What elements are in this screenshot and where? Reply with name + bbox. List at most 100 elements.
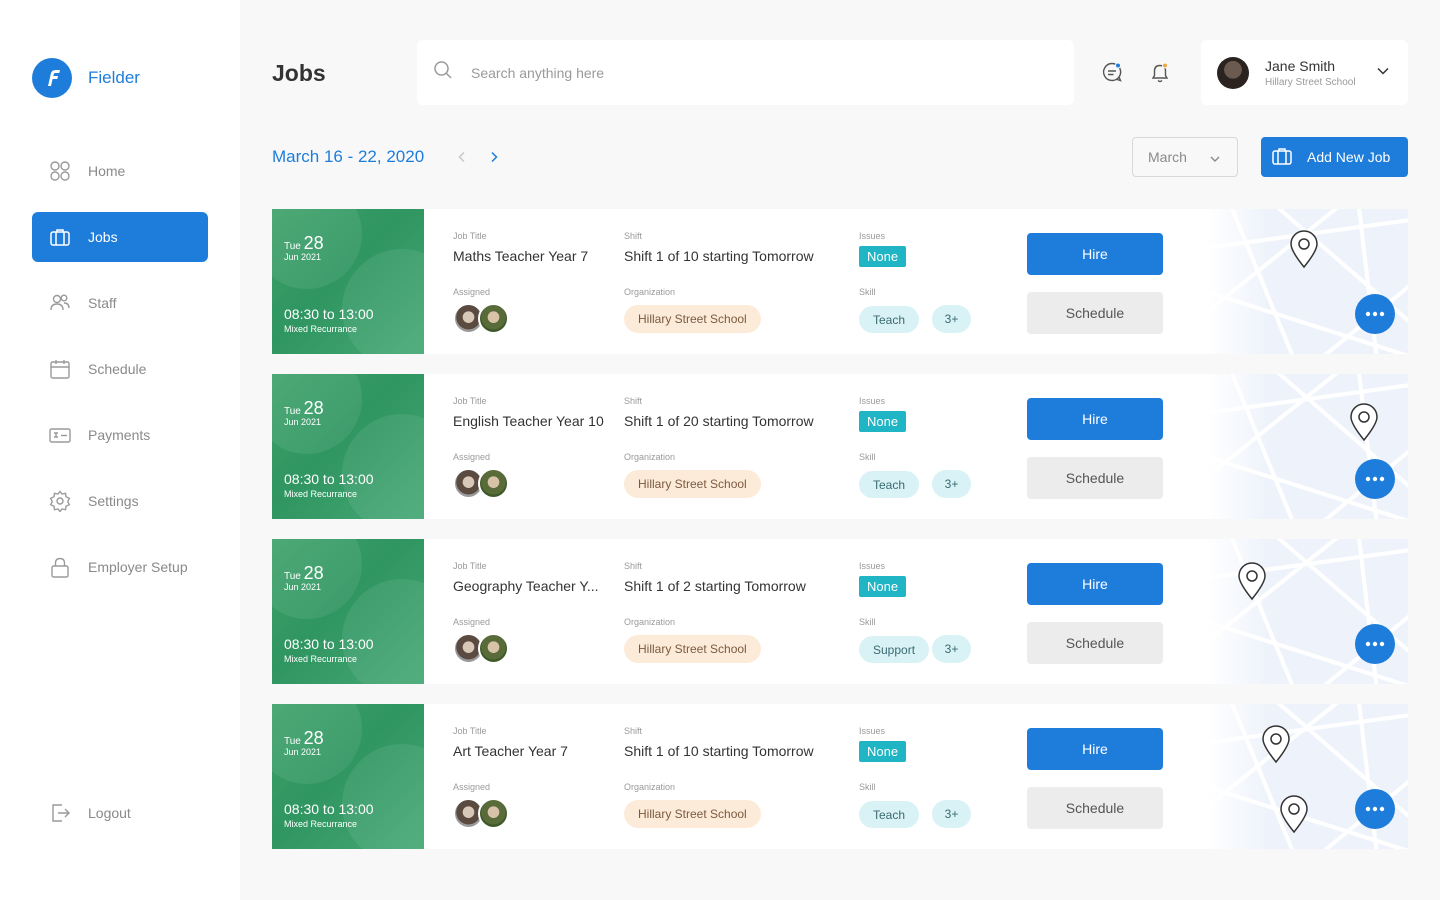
date-range: March 16 - 22, 2020: [272, 147, 425, 166]
hire-button[interactable]: Hire: [1027, 728, 1163, 770]
sidebar-item-settings[interactable]: Settings: [32, 476, 208, 526]
more-options-button[interactable]: [1355, 624, 1395, 664]
issues-label: Issues: [859, 726, 886, 736]
more-options-button[interactable]: [1355, 789, 1395, 829]
issues-badge: None: [859, 576, 907, 597]
sidebar-item-label: Jobs: [88, 229, 118, 245]
skill-label: Skill: [859, 617, 876, 627]
sidebar-item-label: Schedule: [88, 361, 147, 377]
hire-button[interactable]: Hire: [1027, 563, 1163, 605]
job-date-panel: Tue 28 Jun 2021 08:30 to 13:00 Mixed Rec…: [272, 374, 424, 519]
shift-value: Shift 1 of 10 starting Tomorrow: [624, 743, 814, 759]
job-title[interactable]: English Teacher Year 10: [453, 413, 604, 429]
page-title: Jobs: [272, 60, 326, 86]
organization-pill: Hillary Street School: [624, 305, 761, 333]
location-map[interactable]: [1208, 209, 1408, 354]
add-new-job-label: Add New Job: [1307, 149, 1391, 165]
shift-value: Shift 1 of 2 starting Tomorrow: [624, 578, 806, 594]
assigned-label: Assigned: [453, 287, 491, 297]
job-date-panel: Tue 28 Jun 2021 08:30 to 13:00 Mixed Rec…: [272, 704, 424, 849]
assigned-label: Assigned: [453, 617, 491, 627]
organization-label: Organization: [624, 452, 676, 462]
organization-pill: Hillary Street School: [624, 635, 761, 663]
messages-icon[interactable]: [1100, 60, 1124, 84]
more-skills-button[interactable]: 3+: [932, 635, 971, 663]
brand[interactable]: Fielder: [32, 58, 140, 98]
sidebar-item-label: Payments: [88, 427, 151, 443]
month-select[interactable]: March: [1132, 137, 1238, 177]
more-options-button[interactable]: [1355, 459, 1395, 499]
add-new-job-button[interactable]: Add New Job: [1261, 137, 1408, 177]
previous-week-button[interactable]: [454, 149, 470, 165]
job-day: Tue: [284, 406, 301, 417]
job-recurrence: Mixed Recurrance: [284, 324, 358, 334]
hire-button[interactable]: Hire: [1027, 398, 1163, 440]
job-title-label: Job Title: [453, 231, 487, 241]
schedule-button[interactable]: Schedule: [1027, 787, 1163, 829]
job-recurrence: Mixed Recurrance: [284, 819, 358, 829]
more-skills-button[interactable]: 3+: [932, 470, 971, 498]
issues-label: Issues: [859, 396, 886, 406]
sidebar-item-payments[interactable]: Payments: [32, 410, 208, 460]
assigned-avatars[interactable]: [453, 798, 509, 829]
organization-label: Organization: [624, 617, 676, 627]
job-month-year: Jun 2021: [284, 747, 322, 757]
sidebar-item-schedule[interactable]: Schedule: [32, 344, 208, 394]
sidebar-item-label: Home: [88, 163, 126, 179]
map-pin-icon: [1348, 402, 1380, 442]
user-organization: Hillary Street School: [1265, 76, 1356, 88]
next-week-button[interactable]: [486, 149, 502, 165]
sidebar-item-home[interactable]: Home: [32, 146, 208, 196]
skill-label: Skill: [859, 287, 876, 297]
more-dots-icon: [1365, 806, 1385, 812]
location-map[interactable]: [1208, 704, 1408, 849]
job-card: Tue 28 Jun 2021 08:30 to 13:00 Mixed Rec…: [272, 374, 1408, 519]
job-time: 08:30 to 13:00: [284, 306, 374, 322]
search-bar[interactable]: [417, 40, 1074, 105]
more-dots-icon: [1365, 311, 1385, 317]
logout-button[interactable]: Logout: [32, 788, 208, 838]
hire-button[interactable]: Hire: [1027, 233, 1163, 275]
sidebar-item-employer-setup[interactable]: Employer Setup: [32, 542, 208, 592]
search-icon: [433, 60, 453, 85]
shift-value: Shift 1 of 20 starting Tomorrow: [624, 413, 814, 429]
search-input[interactable]: [471, 64, 1031, 81]
location-map[interactable]: [1208, 539, 1408, 684]
job-time: 08:30 to 13:00: [284, 471, 374, 487]
notifications-bell-icon[interactable]: [1148, 60, 1172, 84]
job-title[interactable]: Art Teacher Year 7: [453, 743, 568, 759]
more-skills-button[interactable]: 3+: [932, 305, 971, 333]
user-name: Jane Smith: [1265, 57, 1336, 74]
job-date: 28: [303, 563, 324, 583]
schedule-button[interactable]: Schedule: [1027, 457, 1163, 499]
more-skills-button[interactable]: 3+: [932, 800, 971, 828]
payment-card-icon: [48, 423, 72, 447]
assigned-avatars[interactable]: [453, 303, 509, 334]
issues-badge: None: [859, 411, 907, 432]
job-title-label: Job Title: [453, 726, 487, 736]
assigned-avatars[interactable]: [453, 468, 509, 499]
job-date: 28: [303, 233, 324, 253]
location-map[interactable]: [1208, 374, 1408, 519]
month-select-value: March: [1148, 149, 1187, 165]
sidebar: Fielder Home Jobs Staff Schedule Payment…: [0, 0, 240, 900]
avatar: [478, 303, 509, 334]
gear-icon: [48, 489, 72, 513]
user-menu[interactable]: Jane Smith Hillary Street School: [1201, 40, 1408, 105]
more-options-button[interactable]: [1355, 294, 1395, 334]
assigned-avatars[interactable]: [453, 633, 509, 664]
map-pin-icon: [1288, 229, 1320, 269]
logout-label: Logout: [88, 805, 131, 821]
chevron-down-icon: [1376, 64, 1390, 83]
skill-label: Skill: [859, 782, 876, 792]
job-title[interactable]: Geography Teacher Y...: [453, 578, 599, 594]
organization-label: Organization: [624, 287, 676, 297]
sidebar-item-jobs[interactable]: Jobs: [32, 212, 208, 262]
fielder-logo-icon: [32, 58, 72, 98]
organization-pill: Hillary Street School: [624, 800, 761, 828]
schedule-button[interactable]: Schedule: [1027, 622, 1163, 664]
job-title[interactable]: Maths Teacher Year 7: [453, 248, 588, 264]
schedule-button[interactable]: Schedule: [1027, 292, 1163, 334]
sidebar-item-staff[interactable]: Staff: [32, 278, 208, 328]
job-date-panel: Tue 28 Jun 2021 08:30 to 13:00 Mixed Rec…: [272, 539, 424, 684]
